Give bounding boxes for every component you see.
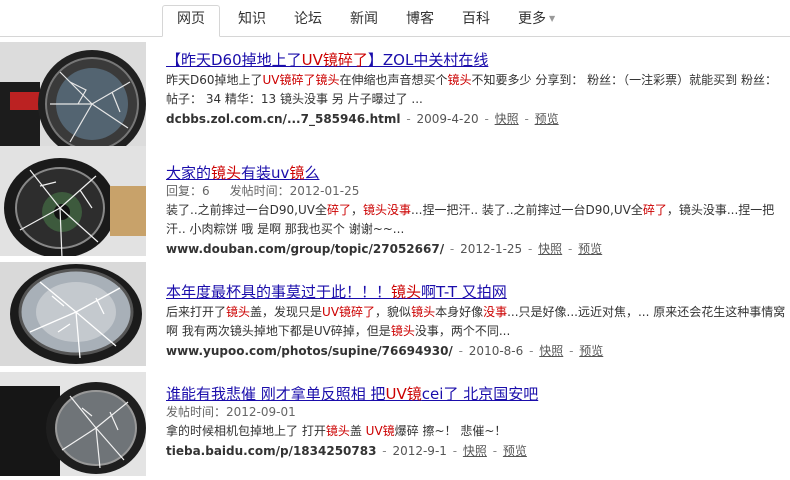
result-title-link[interactable]: 本年度最杯具的事莫过于此！！！镜头啊T-T 又拍网 [166,282,786,302]
tab-news[interactable]: 新闻 [336,6,392,36]
preview-link[interactable]: 预览 [579,344,603,358]
cracked-lens-image [0,372,146,476]
cache-link[interactable]: 快照 [495,112,519,126]
result-snippet: 昨天D60掉地上了UV镜碎了镜头在伸缩也声音想买个镜头不知要多少 分享到： 粉丝… [166,73,777,106]
cache-link[interactable]: 快照 [539,344,563,358]
preview-link[interactable]: 预览 [503,444,527,458]
tab-blog[interactable]: 博客 [392,6,448,36]
result-title-text: 】ZOL中关村在线 [367,51,489,69]
result-thumbnail[interactable] [0,262,146,366]
result-snippet: 拿的时候相机包掉地上了 打开镜头盖 UV镜爆碎 擦~！ 悲催~！ [166,424,507,438]
result-url: dcbbs.zol.com.cn/...7_585946.html [166,112,401,126]
tab-more[interactable]: 更多 ▼ [504,6,569,36]
post-time: 发帖时间：2012-01-25 [229,184,360,198]
result-url-line: www.yupoo.com/photos/supine/76694930/ - … [166,344,604,358]
tab-encyclopedia[interactable]: 百科 [448,6,504,36]
result-thumbnail[interactable] [0,146,146,256]
result-title-link[interactable]: 【昨天D60掉地上了UV镜碎了】ZOL中关村在线 [166,50,786,70]
result-url-line: tieba.baidu.com/p/1834250783 - 2012-9-1 … [166,444,527,458]
result-url-line: www.douban.com/group/topic/27052667/ - 2… [166,242,603,256]
cracked-lens-image [0,42,146,146]
result-title-link[interactable]: 谁能有我悲催 刚才拿单反照相 把UV镜cei了 北京国安吧 [166,384,786,404]
result-date: 2009-4-20 [416,112,479,126]
result-snippet: 装了..之前摔过一台D90,UV全碎了，镜头没事...捏一把汗.. 装了..之前… [166,203,775,236]
result-title-text: 【昨天D60掉地上了 [166,51,302,69]
tab-more-label: 更多 [518,11,546,27]
result-meta: 回复：6 发帖时间：2012-01-25 [166,183,786,200]
result-url-line: dcbbs.zol.com.cn/...7_585946.html - 2009… [166,112,559,126]
result-date: 2010-8-6 [468,344,524,358]
chevron-down-icon: ▼ [549,14,556,23]
tab-forum[interactable]: 论坛 [280,6,336,36]
preview-link[interactable]: 预览 [578,242,602,256]
result-snippet: 后来打开了镜头盖，发现只是UV镜碎了，貌似镜头本身好像没事...只是好像...远… [166,305,786,338]
post-time: 发帖时间：2012-09-01 [166,405,296,419]
tab-web[interactable]: 网页 [162,5,220,37]
result-title-link[interactable]: 大家的镜头有装uv镜么 [166,163,786,183]
search-vertical-tabs: 网页 知识 论坛 新闻 博客 百科 更多 ▼ [0,0,790,37]
cracked-lens-image [0,262,146,366]
result-thumbnail[interactable] [0,372,146,476]
result-date: 2012-9-1 [392,444,447,458]
cracked-lens-image [0,146,146,256]
result-title-highlight: UV镜碎了 [301,51,368,69]
result-url: www.yupoo.com/photos/supine/76694930/ [166,344,453,358]
result-thumbnail[interactable] [0,42,146,146]
result-url: tieba.baidu.com/p/1834250783 [166,444,377,458]
result-url: www.douban.com/group/topic/27052667/ [166,242,445,256]
result-date: 2012-1-25 [460,242,523,256]
reply-count: 回复：6 [166,184,210,198]
tab-knowledge[interactable]: 知识 [224,6,280,36]
cache-link[interactable]: 快照 [463,444,487,458]
cache-link[interactable]: 快照 [538,242,562,256]
preview-link[interactable]: 预览 [535,112,559,126]
result-meta: 发帖时间：2012-09-01 [166,404,786,421]
